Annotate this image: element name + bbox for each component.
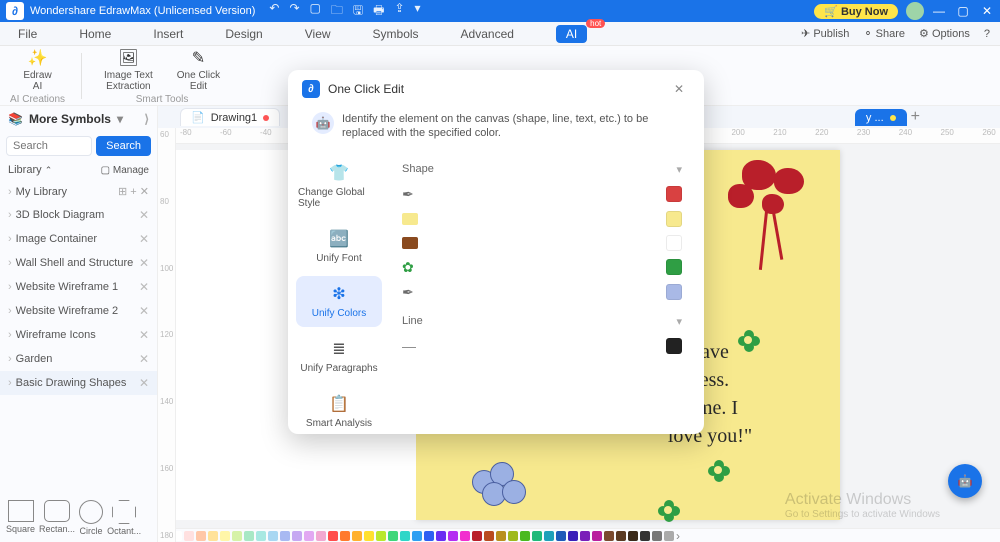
- modal-description: Identify the element on the canvas (shap…: [342, 112, 684, 141]
- target-color-swatch[interactable]: [666, 186, 682, 202]
- target-color-swatch[interactable]: [666, 235, 682, 251]
- one-click-edit-modal: ∂ One Click Edit ✕ 🤖 Identify the elemen…: [288, 70, 704, 434]
- target-color-swatch[interactable]: [666, 259, 682, 275]
- side-icon: 📋: [329, 394, 349, 414]
- modal-close-button[interactable]: ✕: [668, 80, 690, 98]
- target-color-swatch[interactable]: [666, 284, 682, 300]
- color-pair-row: ✒: [398, 182, 686, 207]
- current-color: ✿: [402, 259, 414, 276]
- current-color: —: [402, 338, 416, 354]
- chevron-down-icon: ▾: [676, 315, 682, 328]
- color-pair-row: ✒: [398, 280, 686, 305]
- modal-side-item[interactable]: 📋Smart Analysis: [296, 386, 382, 434]
- current-color: ✒: [402, 186, 414, 203]
- side-icon: ≣: [332, 339, 345, 359]
- chevron-down-icon: ▾: [676, 163, 682, 176]
- color-pair-row: [398, 231, 686, 255]
- current-color: ✒: [402, 284, 414, 301]
- target-color-swatch[interactable]: [666, 338, 682, 354]
- color-pair-row: ✿: [398, 255, 686, 280]
- target-color-swatch[interactable]: [666, 211, 682, 227]
- color-pair-row: —: [398, 334, 686, 358]
- modal-side-item[interactable]: 🔤Unify Font: [296, 221, 382, 272]
- current-color: [402, 213, 418, 225]
- side-icon: 👕: [329, 163, 349, 183]
- shape-section-header[interactable]: Shape▾: [398, 157, 686, 182]
- line-section-header[interactable]: Line▾: [398, 309, 686, 334]
- modal-side-item[interactable]: 👕Change Global Style: [296, 155, 382, 217]
- modal-side-item[interactable]: ❇Unify Colors: [296, 276, 382, 327]
- assistant-avatar-icon: 🤖: [312, 112, 334, 134]
- modal-logo-icon: ∂: [302, 80, 320, 98]
- modal-side-item[interactable]: ≣Unify Paragraphs: [296, 331, 382, 382]
- side-icon: ❇: [332, 284, 345, 304]
- color-pair-row: [398, 207, 686, 231]
- current-color: [402, 237, 418, 249]
- modal-title: One Click Edit: [328, 82, 660, 96]
- side-icon: 🔤: [329, 229, 349, 249]
